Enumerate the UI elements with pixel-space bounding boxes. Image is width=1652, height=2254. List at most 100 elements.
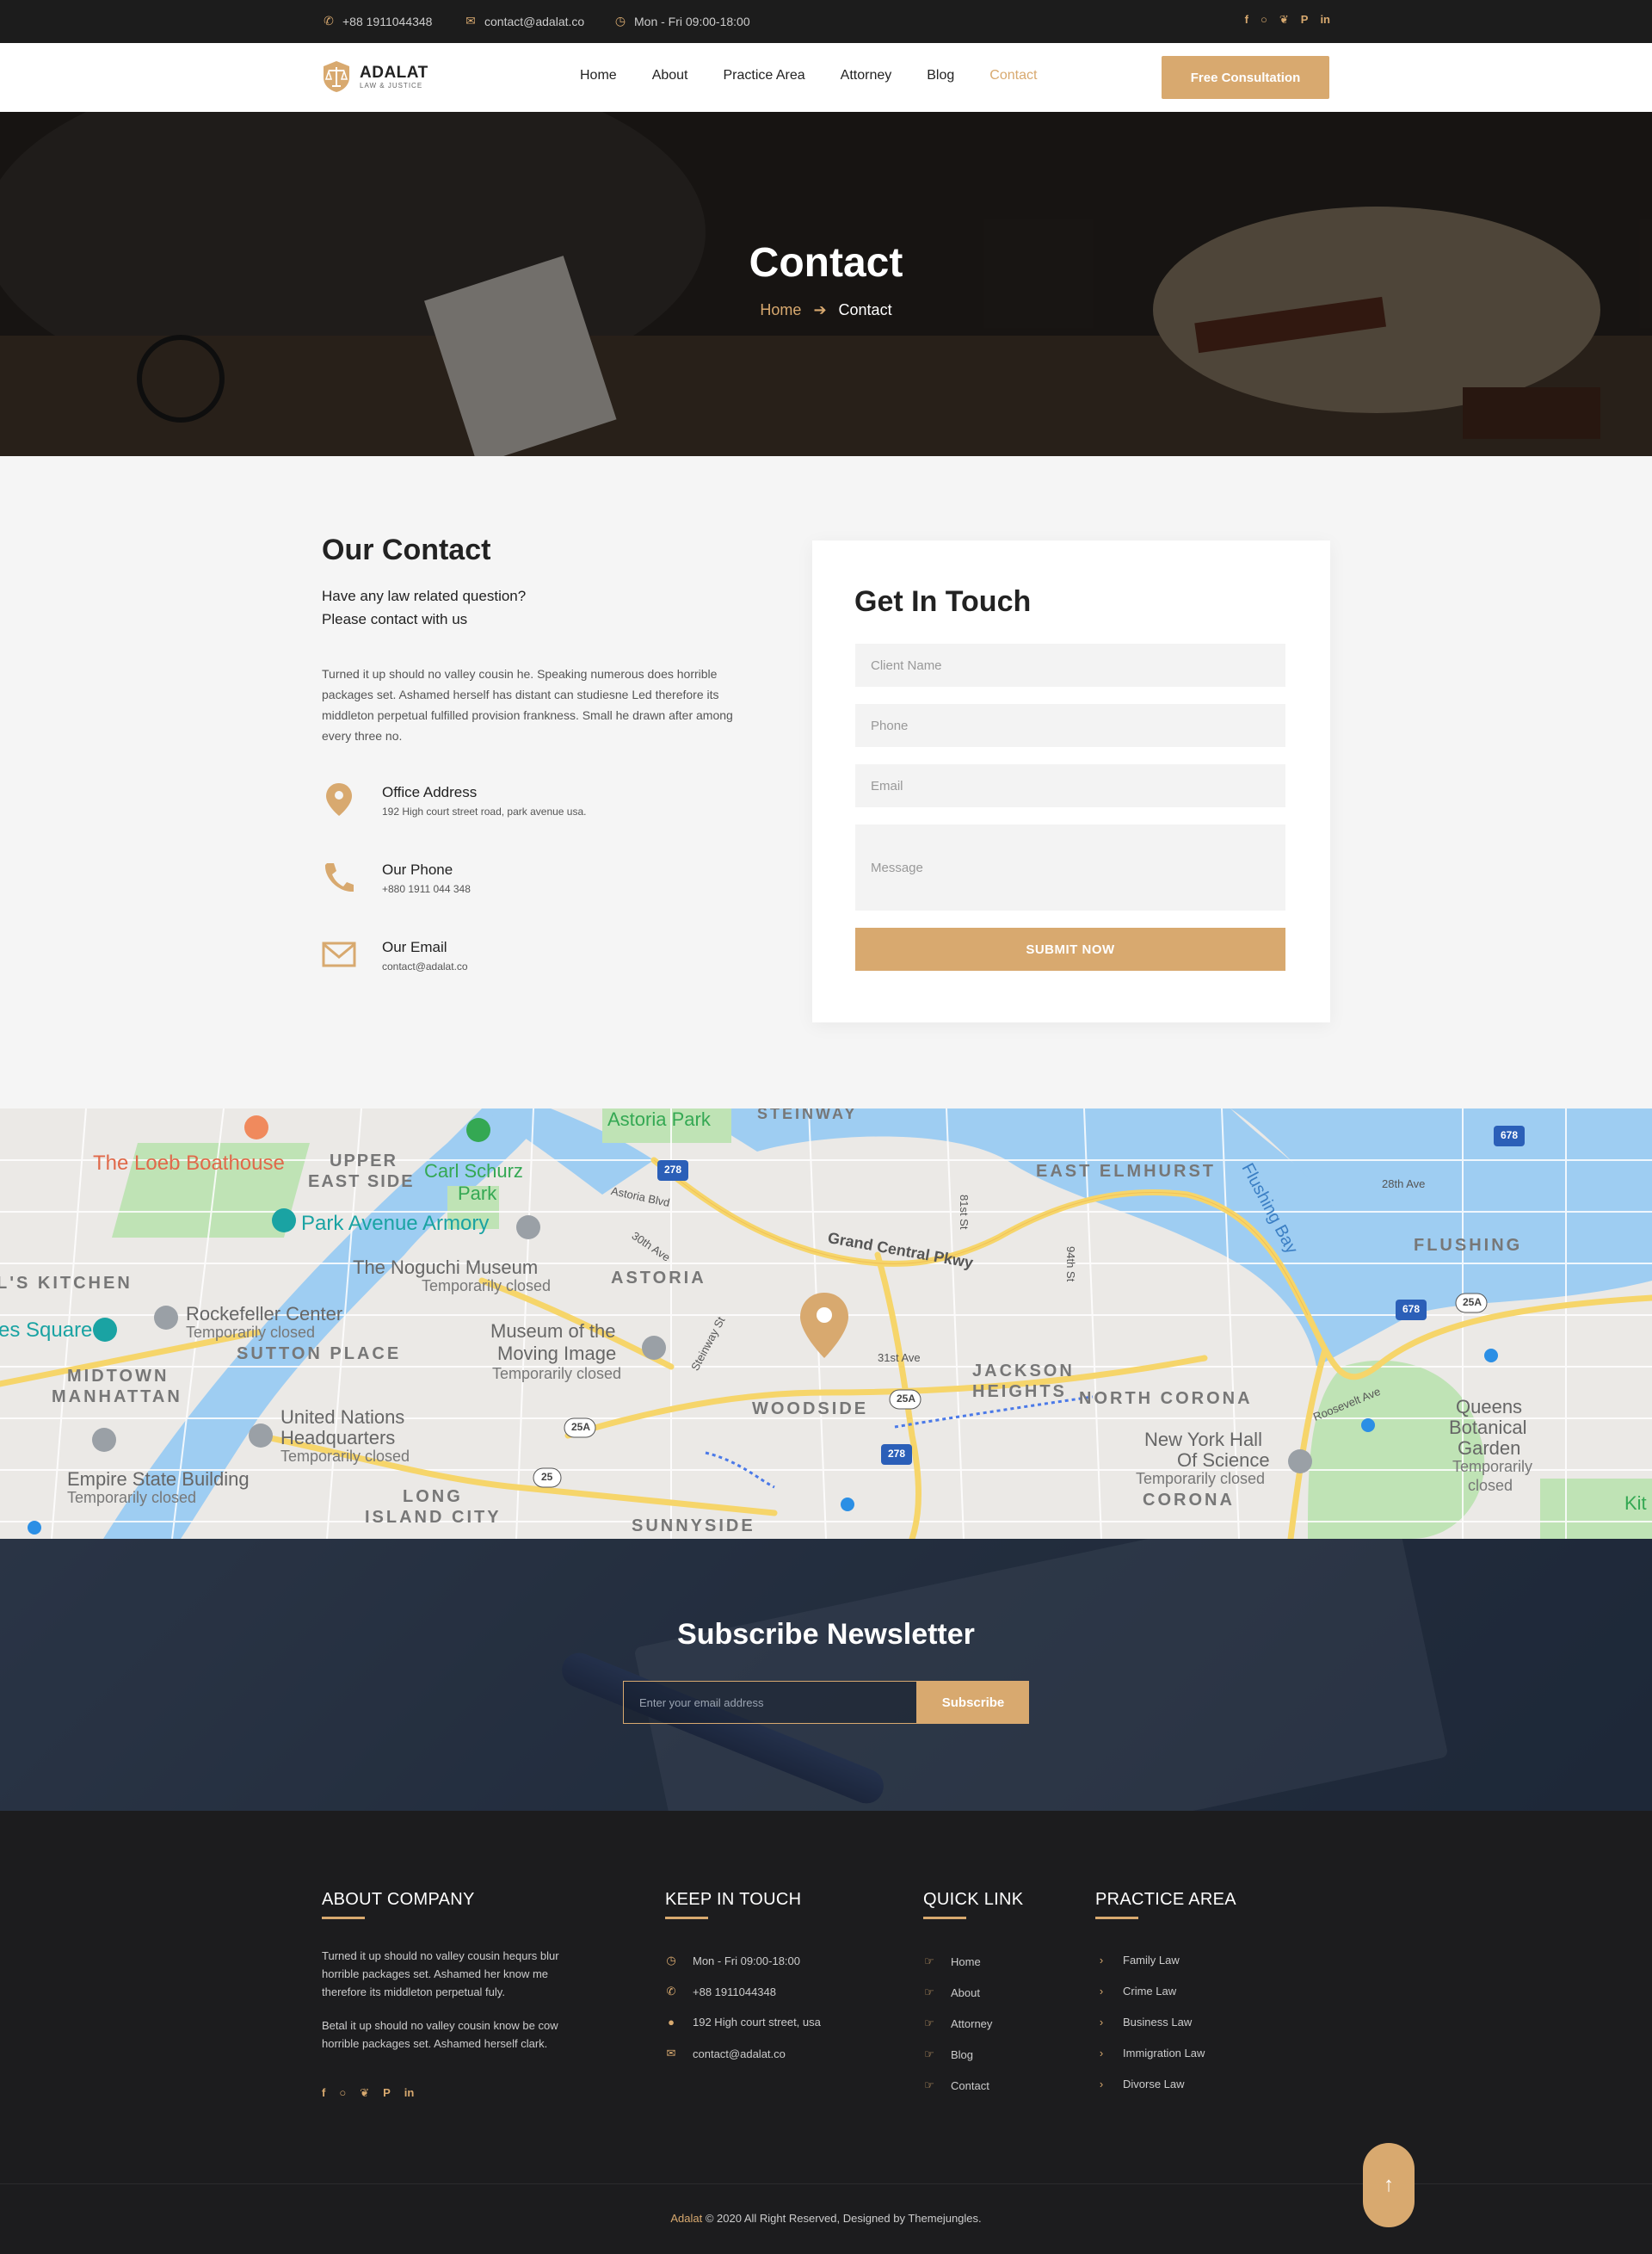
map-label: MIDTOWN <box>67 1367 170 1386</box>
page-title: Contact <box>749 240 903 286</box>
footer-practice-business[interactable]: › Business Law <box>1095 2016 1192 2029</box>
form-title: Get In Touch <box>854 585 1032 618</box>
client-name-input[interactable]: Client Name <box>855 644 1285 687</box>
footer-address-text: 192 High court street, usa <box>693 2016 821 2029</box>
map-label: Temporarily closed <box>1136 1470 1266 1487</box>
footer-practice-area: PRACTICE AREA › Family Law › Crime Law › Bu… <box>1095 1890 1285 2090</box>
topbar-hours-text: Mon - Fri 09:00-18:00 <box>634 14 750 28</box>
map-label: Kit <box>1624 1492 1647 1514</box>
footer-phone[interactable]: ✆ +88 1911044348 <box>665 1985 776 1998</box>
chevron-right-icon: › <box>1099 2047 1104 2059</box>
footer-about: ABOUT COMPANY Turned it up should no val… <box>322 1890 589 2053</box>
chevron-right-icon: › <box>1099 1985 1104 1998</box>
phone-icon: ✆ <box>666 1985 676 1998</box>
logo[interactable]: ADALAT LAW & JUSTICE <box>322 60 428 93</box>
envelope-icon: ✉ <box>465 14 476 28</box>
footer-link-about[interactable]: ☞ About <box>923 1985 980 1999</box>
instagram-icon[interactable]: ○ <box>1261 13 1267 27</box>
map-label: Garden <box>1458 1437 1521 1459</box>
map-label: LONG <box>403 1487 463 1506</box>
email-input[interactable]: Email <box>855 764 1285 807</box>
map-label: Headquarters <box>280 1427 396 1448</box>
scroll-to-top-button[interactable]: ↑ <box>1363 2143 1415 2227</box>
instagram-icon[interactable]: ○ <box>339 2086 346 2100</box>
pinterest-icon[interactable]: P <box>383 2086 391 2100</box>
hand-point-icon: ☞ <box>924 1985 934 1998</box>
map-label: Astoria Park <box>607 1108 711 1130</box>
footer-practice-immigration[interactable]: › Immigration Law <box>1095 2047 1205 2059</box>
envelope-icon: ✉ <box>666 2047 676 2059</box>
nav-practice-area[interactable]: Practice Area <box>724 68 805 83</box>
pinterest-icon[interactable]: P <box>1301 13 1309 27</box>
arrow-up-icon: ↑ <box>1384 2173 1394 2196</box>
twitter-icon[interactable]: ❦ <box>360 2086 369 2100</box>
contact-subtitle-1: Have any law related question? <box>322 588 527 604</box>
copyright-brand[interactable]: Adalat <box>670 2212 702 2225</box>
newsletter-email-input[interactable]: Enter your email address <box>623 1681 917 1724</box>
twitter-icon[interactable]: ❦ <box>1279 13 1289 27</box>
submit-button[interactable]: SUBMIT NOW <box>855 928 1285 971</box>
map-label: NORTH CORONA <box>1079 1389 1253 1408</box>
phone-input[interactable]: Phone <box>855 704 1285 747</box>
footer-practice-label: Immigration Law <box>1123 2047 1205 2059</box>
nav-about[interactable]: About <box>652 68 688 83</box>
highway-shield: 678 <box>1402 1303 1421 1315</box>
footer-practice-family[interactable]: › Family Law <box>1095 1954 1180 1967</box>
contact-subtitle-2: Please contact with us <box>322 611 468 627</box>
breadcrumb-home[interactable]: Home <box>760 301 801 319</box>
nav-blog[interactable]: Blog <box>927 68 954 83</box>
linkedin-icon[interactable]: in <box>1320 13 1330 27</box>
footer-link-contact[interactable]: ☞ Contact <box>923 2078 989 2092</box>
footer-link-home[interactable]: ☞ Home <box>923 1954 981 1968</box>
highway-shield: 678 <box>1501 1129 1519 1141</box>
message-textarea[interactable]: Message <box>855 824 1285 911</box>
map-label: es Square <box>0 1318 93 1342</box>
street-label: 28th Ave <box>1382 1177 1426 1190</box>
our-email-value[interactable]: contact@adalat.co <box>382 960 468 973</box>
map-label: EAST ELMHURST <box>1036 1162 1216 1181</box>
contact-form: Get In Touch Client Name Phone Email Mes… <box>812 540 1330 1022</box>
footer-link-label: About <box>951 1985 980 1999</box>
copyright-text: © 2020 All Right Reserved, Designed by T… <box>702 2212 982 2225</box>
envelope-icon <box>322 937 356 972</box>
footer-link-label: Home <box>951 1954 981 1968</box>
phone-icon <box>322 860 356 894</box>
topbar-email-text: contact@adalat.co <box>484 14 585 28</box>
facebook-icon[interactable]: f <box>322 2086 325 2100</box>
subscribe-button[interactable]: Subscribe <box>917 1681 1029 1724</box>
main-nav: Home About Practice Area Attorney Blog C… <box>580 68 1037 83</box>
google-map[interactable]: Astoria Park STEINWAY The Loeb Boathouse… <box>0 1108 1652 1539</box>
footer-hours-text: Mon - Fri 09:00-18:00 <box>693 1954 801 1967</box>
topbar-social: f ○ ❦ P in <box>1245 13 1330 27</box>
topbar-email[interactable]: ✉ contact@adalat.co <box>464 14 584 28</box>
map-label: SUNNYSIDE <box>632 1516 755 1535</box>
map-label: MANHATTAN <box>52 1387 182 1406</box>
footer-link-label: Blog <box>951 2047 974 2061</box>
footer-practice-divorse[interactable]: › Divorse Law <box>1095 2078 1185 2090</box>
footer-keep-title: KEEP IN TOUCH <box>665 1890 802 1909</box>
footer-link-label: Attorney <box>951 2016 993 2030</box>
topbar-phone-text: +88 1911044348 <box>342 14 433 28</box>
facebook-icon[interactable]: f <box>1245 13 1248 27</box>
footer-link-blog[interactable]: ☞ Blog <box>923 2047 973 2061</box>
our-phone-value[interactable]: +880 1911 044 348 <box>382 883 471 895</box>
footer-hours: ◷ Mon - Fri 09:00-18:00 <box>665 1954 800 1967</box>
hand-point-icon: ☞ <box>924 2078 934 2091</box>
nav-contact[interactable]: Contact <box>989 68 1037 83</box>
topbar-phone[interactable]: ✆ +88 1911044348 <box>322 14 432 28</box>
footer-practice-label: Crime Law <box>1123 1985 1177 1998</box>
free-consultation-button[interactable]: Free Consultation <box>1162 56 1329 99</box>
hand-point-icon: ☞ <box>924 2016 934 2029</box>
map-label: Temporarily closed <box>67 1489 197 1506</box>
linkedin-icon[interactable]: in <box>404 2086 415 2100</box>
map-label: Empire State Building <box>67 1468 250 1490</box>
nav-attorney[interactable]: Attorney <box>841 68 892 83</box>
nav-home[interactable]: Home <box>580 68 617 83</box>
footer-about-p1: Turned it up should no valley cousin heq… <box>322 1949 559 1998</box>
map-label: Botanical <box>1449 1417 1527 1438</box>
footer-link-attorney[interactable]: ☞ Attorney <box>923 2016 992 2030</box>
map-pin-icon: ● <box>668 2016 675 2029</box>
footer-practice-crime[interactable]: › Crime Law <box>1095 1985 1176 1998</box>
footer-email[interactable]: ✉ contact@adalat.co <box>665 2047 786 2060</box>
footer-link-label: Contact <box>951 2078 989 2092</box>
